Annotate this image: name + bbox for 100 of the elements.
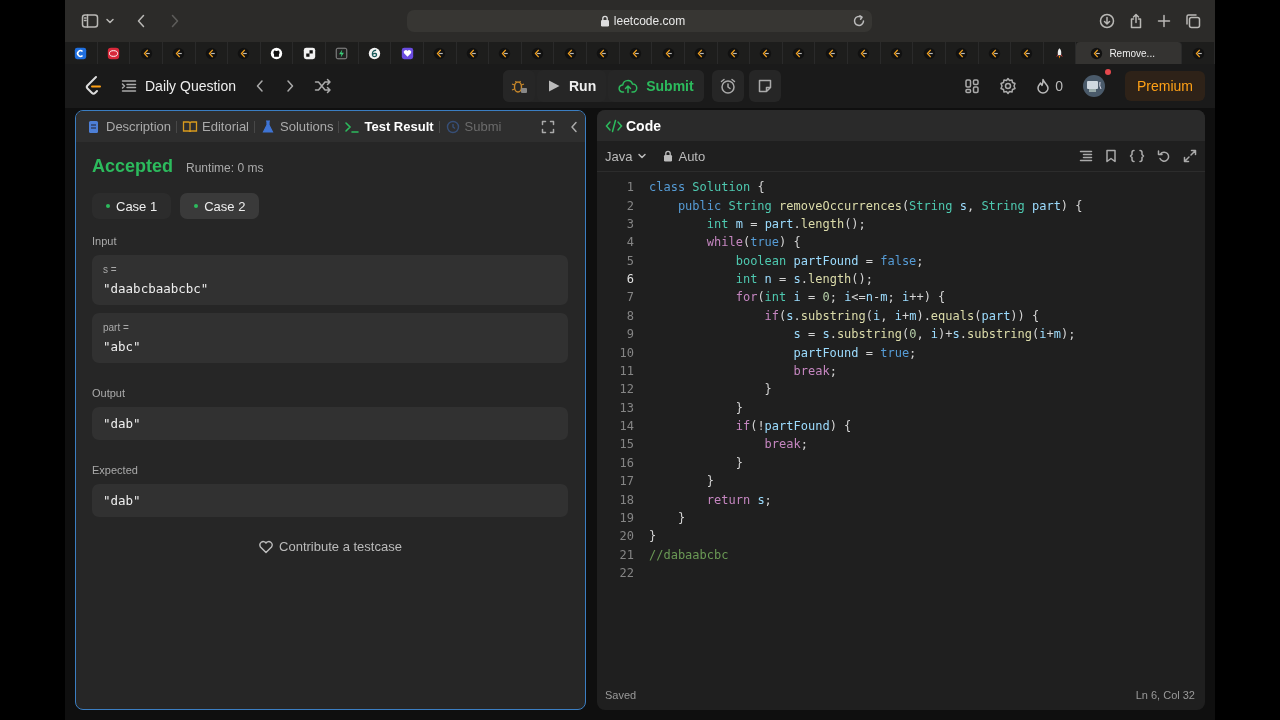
line-number: 6	[625, 272, 634, 287]
collapse-icon[interactable]	[569, 119, 579, 134]
code-line: partFound = true;	[792, 345, 917, 360]
grid-icon[interactable]	[964, 78, 981, 94]
bookmark-icon[interactable]	[1105, 149, 1117, 163]
problem-list-link[interactable]: Daily Question	[121, 78, 237, 94]
code-line: //dabaabcbc	[649, 547, 729, 562]
avatar[interactable]	[1082, 74, 1106, 98]
line-number: 15	[618, 437, 634, 452]
expected-value: "dab"	[103, 493, 142, 508]
site-icon	[987, 46, 1001, 60]
back-icon[interactable]	[135, 13, 147, 29]
line-number: 13	[618, 400, 634, 415]
code-line: }	[705, 474, 715, 489]
variable-name: s =	[103, 264, 118, 275]
case-tab[interactable]: Case 1	[92, 193, 172, 219]
address-bar[interactable]: leetcode.com	[407, 10, 872, 32]
line-number: 1	[625, 180, 634, 195]
line-number: 11	[618, 363, 634, 378]
undo-icon[interactable]	[1157, 149, 1171, 163]
line-number: 21	[618, 547, 634, 562]
code-line: if(!partFound) {	[734, 419, 852, 434]
site-icon	[74, 46, 88, 60]
reload-icon[interactable]	[852, 14, 866, 28]
site-icon	[433, 46, 447, 60]
shuffle-icon[interactable]	[314, 78, 333, 94]
site-icon	[628, 46, 642, 60]
line-number: 12	[618, 382, 634, 397]
site-icon	[237, 46, 251, 60]
site-icon	[563, 46, 577, 60]
code-line: return s;	[705, 492, 772, 507]
variable-value: "daabcbaabcbc"	[103, 281, 210, 296]
output-value: "dab"	[103, 416, 142, 431]
logo-icon[interactable]	[83, 75, 103, 97]
site-icon	[139, 46, 153, 60]
line-number: 5	[625, 253, 634, 268]
result-status: Accepted	[92, 156, 174, 177]
premium-button[interactable]: Premium	[1125, 71, 1205, 101]
streak-counter[interactable]: 0	[1036, 78, 1063, 94]
format-icon[interactable]	[1079, 149, 1093, 163]
code-line: int m = part.length();	[705, 216, 866, 231]
site-icon	[531, 46, 545, 60]
panel-tab[interactable]: Test Result	[344, 118, 434, 135]
site-icon	[726, 46, 740, 60]
notes-button[interactable]	[748, 70, 781, 102]
chevron-down-icon[interactable]	[105, 16, 115, 26]
code-icon	[605, 118, 623, 133]
line-number: 22	[618, 566, 634, 581]
panel-title: Code	[605, 117, 661, 134]
plus-icon[interactable]	[1157, 14, 1171, 28]
site-icon	[889, 46, 903, 60]
site-icon	[922, 46, 936, 60]
contribute-link[interactable]: Contribute a testcase	[258, 539, 402, 554]
code-line: while(true) {	[705, 235, 801, 250]
code-line: int n = s.length();	[734, 272, 874, 287]
site-icon	[498, 46, 512, 60]
code-line: break;	[792, 363, 837, 378]
variable-name: part =	[103, 322, 130, 333]
line-number: 7	[625, 290, 634, 305]
flame-icon	[1036, 78, 1051, 94]
site-icon	[270, 46, 284, 60]
case-tab[interactable]: Case 2	[180, 193, 260, 219]
alarm-clock-icon	[718, 77, 737, 95]
site-icon	[172, 46, 186, 60]
panel-tab[interactable]: Solutions	[260, 118, 334, 135]
share-icon[interactable]	[1129, 13, 1143, 29]
code-line: boolean partFound = false;	[734, 253, 924, 268]
auto-mode-toggle[interactable]: Auto	[663, 148, 706, 164]
code-line: }	[676, 510, 686, 525]
code-line: }	[734, 400, 743, 415]
site-icon	[106, 46, 120, 60]
site-icon	[465, 46, 479, 60]
variable-value: "abc"	[103, 339, 142, 354]
line-number: 8	[625, 308, 634, 323]
settings-icon[interactable]	[999, 77, 1018, 95]
line-number: 17	[618, 474, 634, 489]
cursor-position: Ln 6, Col 32	[1135, 689, 1195, 701]
site-icon	[824, 46, 838, 60]
line-number: 19	[618, 510, 634, 525]
language-dropdown[interactable]: Java	[605, 148, 648, 164]
panel-tab[interactable]: Description	[86, 118, 172, 135]
code-line: }	[649, 529, 657, 544]
fullscreen-icon[interactable]	[1183, 149, 1197, 163]
browser-tab[interactable]: Remove...	[1076, 42, 1183, 64]
tabs-icon[interactable]	[1185, 13, 1201, 29]
sidebar-icon[interactable]	[81, 13, 99, 29]
line-number: 18	[618, 492, 634, 507]
expand-icon[interactable]	[541, 119, 555, 134]
download-icon[interactable]	[1099, 13, 1115, 29]
panel-tab[interactable]: Editorial	[182, 118, 249, 135]
url-text: leetcode.com	[613, 14, 686, 28]
cloud-upload-icon	[618, 78, 639, 94]
line-number: 20	[618, 529, 634, 544]
save-status: Saved	[605, 689, 637, 701]
braces-icon[interactable]	[1129, 149, 1145, 163]
line-number: 14	[618, 419, 634, 434]
code-line: for(int i = 0; i<=n-m; i++) {	[734, 290, 946, 305]
timer-button[interactable]	[711, 70, 744, 102]
book-icon	[182, 118, 199, 135]
line-number: 10	[618, 345, 634, 360]
